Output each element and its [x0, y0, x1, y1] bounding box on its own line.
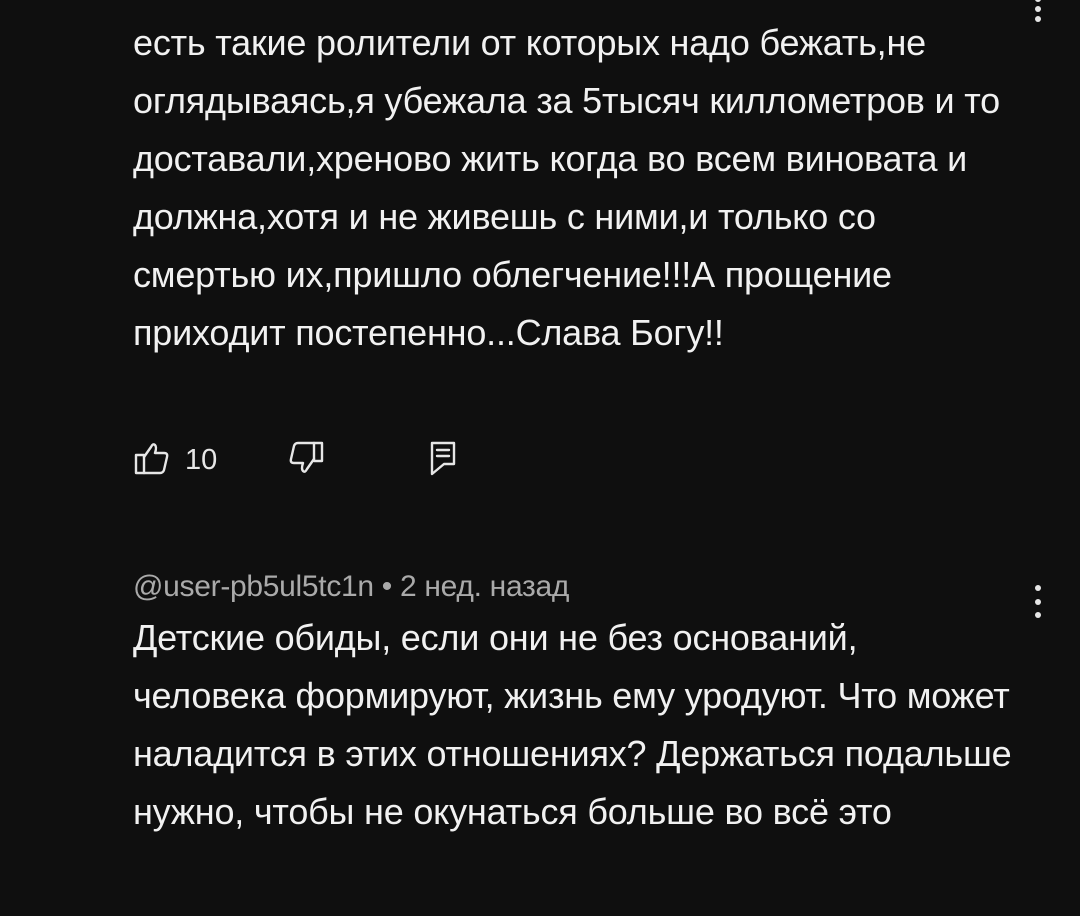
reply-button[interactable] — [429, 440, 459, 481]
comment-time: 2 нед. назад — [400, 570, 570, 603]
comment-text: есть такие ролители от которых надо бежа… — [133, 22, 1000, 353]
comment-meta — [133, 0, 1080, 12]
meta-separator: • — [381, 570, 393, 603]
thumbs-down-icon — [287, 440, 325, 481]
comment-text: Детские обиды, если они не без оснований… — [133, 617, 1012, 832]
comment-item: есть такие ролители от которых надо бежа… — [133, 0, 1080, 476]
comment-meta: @user-pb5ul5tc1n • 2 нед. назад — [133, 565, 1080, 609]
reply-icon — [429, 440, 459, 481]
comment-item: @user-pb5ul5tc1n • 2 нед. назад Детские об… — [133, 565, 1080, 841]
comment-menu-button[interactable] — [1026, 0, 1050, 22]
more-vert-icon — [1035, 585, 1041, 618]
like-button[interactable]: 10 — [133, 440, 217, 481]
dislike-button[interactable] — [287, 440, 325, 481]
like-count: 10 — [185, 443, 218, 476]
comment-actions: 10 — [133, 438, 459, 482]
more-vert-icon — [1035, 0, 1041, 22]
comment-author[interactable]: @user-pb5ul5tc1n — [133, 570, 374, 603]
thumbs-up-icon — [133, 440, 171, 481]
comment-menu-button[interactable] — [1026, 585, 1050, 618]
